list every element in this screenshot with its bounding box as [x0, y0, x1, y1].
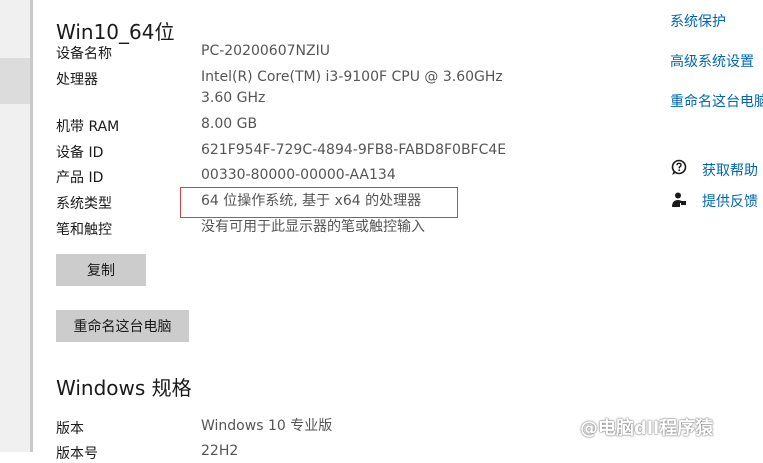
system-type-label: 系统类型 — [56, 196, 112, 212]
watermark: @电脑dll程序猿 — [580, 418, 714, 439]
device-id-value: 621F954F-729C-4894-9FB8-FABD8F0BFC4E — [201, 142, 507, 158]
ram-value: 8.00 GB — [201, 116, 258, 132]
rename-pc-link[interactable]: 重命名这台电脑 — [670, 91, 763, 111]
system-protection-link[interactable]: 系统保护 — [670, 11, 726, 31]
processor-label: 处理器 — [56, 72, 98, 88]
product-id-label: 产品 ID — [56, 170, 104, 186]
device-name-value: PC-20200607NZIU — [201, 43, 330, 59]
edition-value: Windows 10 专业版 — [201, 418, 333, 434]
pen-touch-label: 笔和触控 — [56, 222, 112, 238]
system-type-highlight-box — [180, 187, 458, 218]
pen-touch-value: 没有可用于此显示器的笔或触控输入 — [201, 219, 425, 235]
pane-divider — [30, 0, 33, 452]
processor-value: Intel(R) Core(TM) i3-9100F CPU @ 3.60GHz — [201, 69, 503, 85]
feedback-icon — [672, 192, 686, 207]
device-spec-heading: Win10_64位 — [56, 20, 175, 44]
device-id-label: 设备 ID — [56, 145, 104, 161]
give-feedback-link[interactable]: 提供反馈 — [702, 191, 758, 211]
nav-pane-selected-item[interactable] — [0, 58, 30, 104]
advanced-system-settings-link[interactable]: 高级系统设置 — [670, 51, 754, 71]
edition-label: 版本 — [56, 421, 84, 437]
get-help-link[interactable]: 获取帮助 — [702, 160, 758, 180]
ram-label: 机带 RAM — [56, 119, 120, 135]
product-id-value: 00330-80000-00000-AA134 — [201, 167, 396, 183]
device-name-label: 设备名称 — [56, 46, 112, 62]
help-chat-icon — [671, 159, 687, 175]
processor-speed-value: 3.60 GHz — [201, 90, 266, 106]
copy-button[interactable]: 复制 — [56, 254, 146, 286]
version-label: 版本号 — [56, 446, 98, 462]
rename-pc-button[interactable]: 重命名这台电脑 — [56, 310, 189, 342]
windows-spec-heading: Windows 规格 — [56, 376, 192, 400]
